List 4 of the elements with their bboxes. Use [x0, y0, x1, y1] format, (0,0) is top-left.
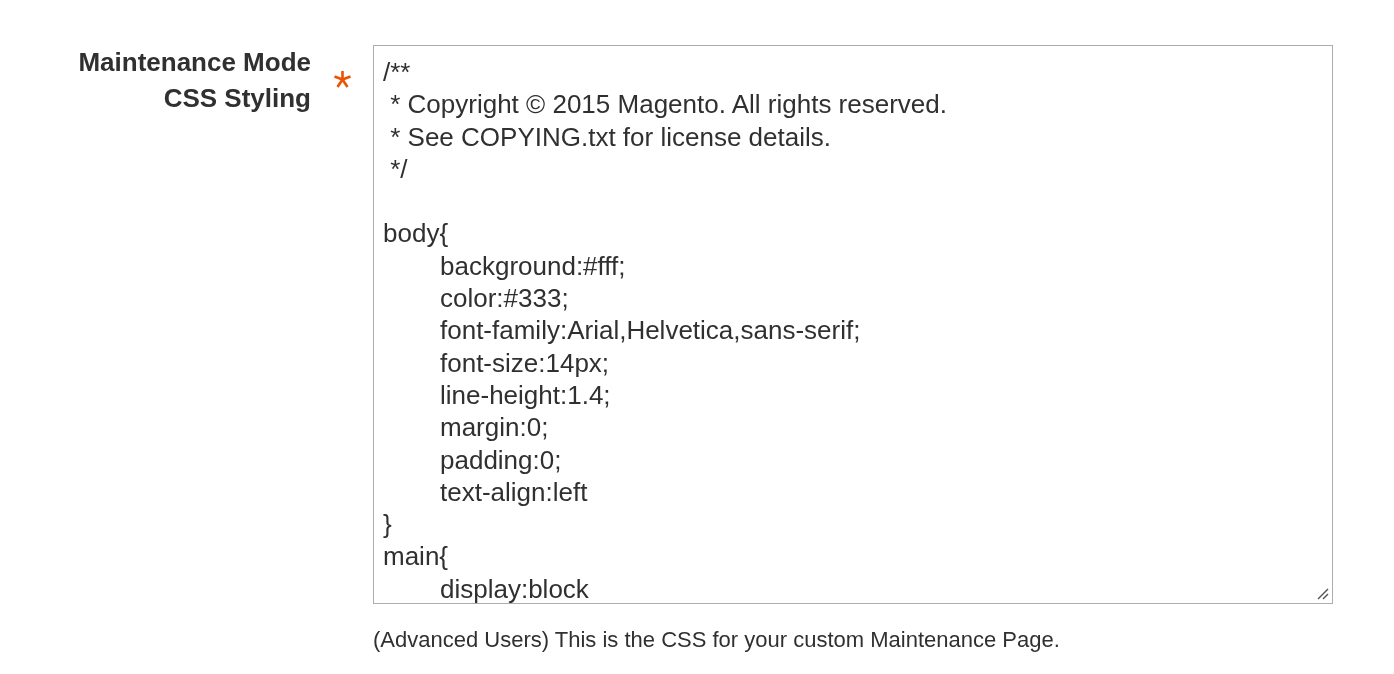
resize-handle-icon[interactable] — [1317, 588, 1329, 600]
field-note: (Advanced Users) This is the CSS for your custom Maintenance Page. — [373, 626, 1060, 654]
css-textarea[interactable]: /** * Copyright © 2015 Magento. All rights reserved. * See COPYING.txt for license details. */ body{ background:#fff; color:#333; font-family:Arial,Helvetica,sans-serif; font-size:14px; line-height:1.4; margin:0; padding:0; text-align:left } main{ display:block — [373, 45, 1333, 604]
field-label: Maintenance Mode CSS Styling — [78, 47, 311, 113]
